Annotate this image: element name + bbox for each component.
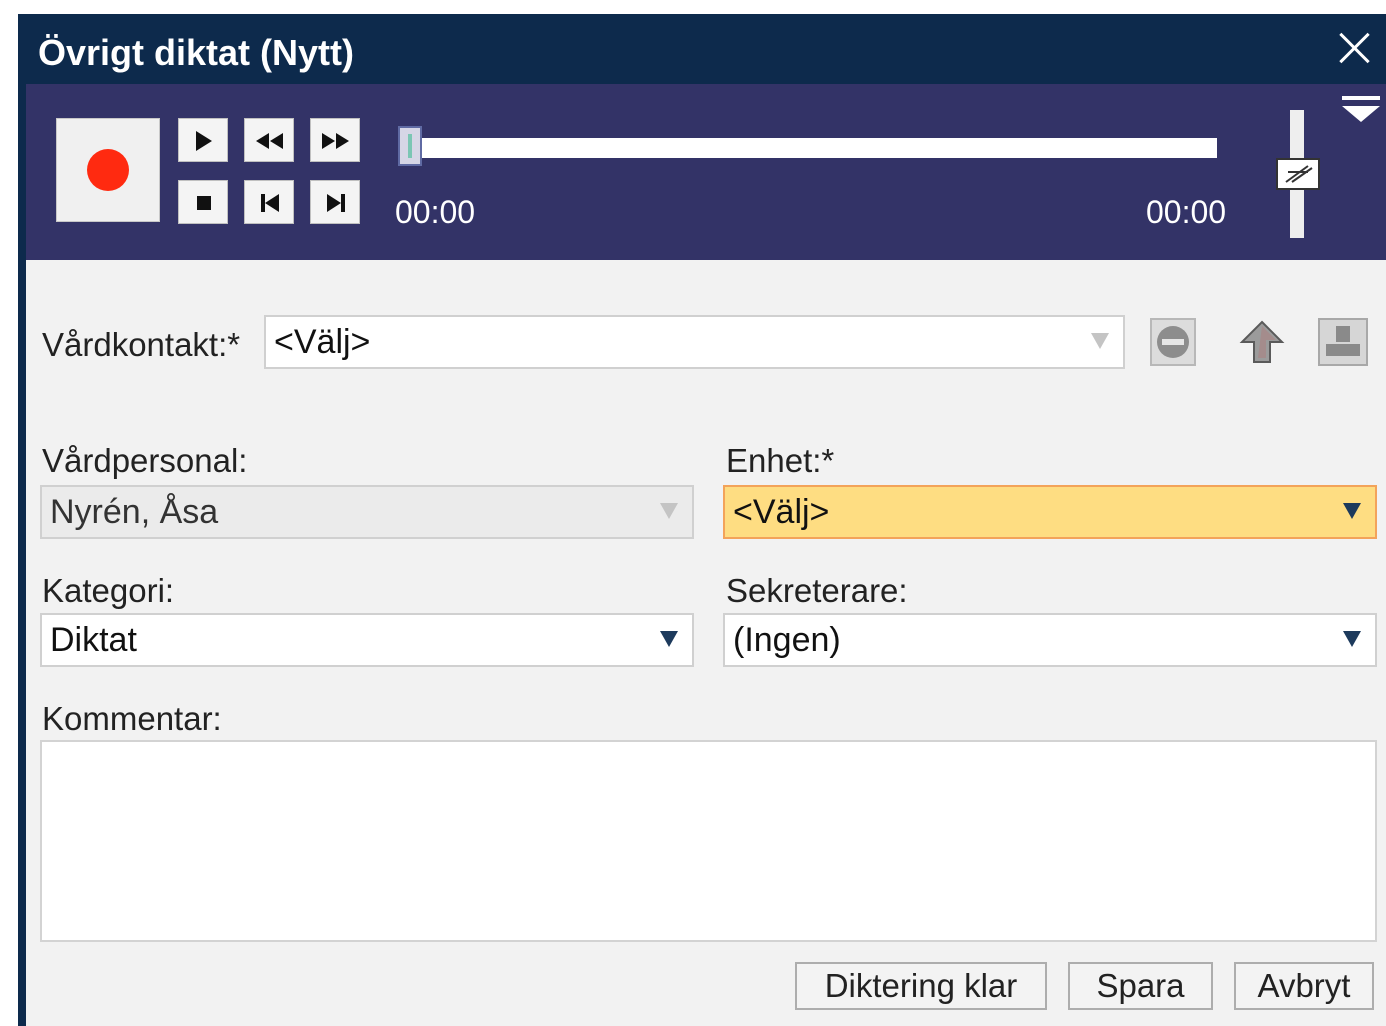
vardkontakt-select[interactable]: <Välj> [264, 315, 1125, 369]
chevron-down-icon [1091, 333, 1109, 349]
progress-track[interactable] [400, 138, 1217, 158]
record-icon [87, 149, 129, 191]
fast-forward-button[interactable] [310, 118, 360, 162]
cancel-button[interactable]: Avbryt [1234, 962, 1374, 1010]
progress-thumb[interactable] [398, 126, 422, 166]
time-total: 00:00 [1146, 194, 1227, 230]
remove-icon[interactable] [1150, 318, 1196, 366]
enhet-value: <Välj> [733, 493, 830, 531]
vardkontakt-label: Vårdkontakt:* [42, 326, 241, 363]
stop-icon [197, 196, 211, 210]
rewind-icon [256, 133, 283, 149]
chevron-down-icon [660, 631, 678, 647]
patient-icon[interactable] [1318, 318, 1368, 366]
time-elapsed: 00:00 [395, 194, 476, 230]
kategori-label: Kategori: [42, 572, 175, 609]
vardpersonal-select: Nyrén, Åsa [40, 485, 694, 539]
chevron-down-icon [660, 503, 678, 519]
play-icon [196, 131, 212, 151]
skip-to-start-button[interactable] [244, 180, 294, 224]
enhet-label: Enhet:* [726, 442, 835, 479]
kommentar-label: Kommentar: [42, 700, 222, 737]
title-bar: Övrigt diktat (Nytt) [18, 14, 1386, 84]
skip-to-start-icon [261, 194, 279, 212]
skip-to-end-button[interactable] [310, 180, 360, 224]
diktering-klar-button[interactable]: Diktering klar [795, 962, 1047, 1010]
audio-player: 00:00 00:00 [26, 84, 1386, 260]
kategori-select[interactable]: Diktat [40, 613, 694, 667]
upload-icon[interactable] [1238, 318, 1286, 366]
enhet-select[interactable]: <Välj> [723, 485, 1377, 539]
play-button[interactable] [178, 118, 228, 162]
chevron-down-icon [1343, 631, 1361, 647]
close-icon[interactable] [1332, 26, 1376, 70]
rewind-button[interactable] [244, 118, 294, 162]
sekreterare-select[interactable]: (Ingen) [723, 613, 1377, 667]
kategori-value: Diktat [50, 621, 137, 659]
volume-knob[interactable] [1276, 158, 1320, 190]
stop-button[interactable] [178, 180, 228, 224]
vardpersonal-label: Vårdpersonal: [42, 442, 248, 479]
record-button[interactable] [56, 118, 160, 222]
vardkontakt-value: <Välj> [274, 323, 371, 361]
sekreterare-label: Sekreterare: [726, 572, 908, 609]
fast-forward-icon [322, 133, 349, 149]
chevron-down-icon [1343, 503, 1361, 519]
vardpersonal-value: Nyrén, Åsa [50, 493, 219, 531]
window-title: Övrigt diktat (Nytt) [38, 32, 355, 73]
dropdown-menu-icon[interactable] [1340, 96, 1382, 126]
volume-knob-icon [1285, 165, 1313, 183]
save-button[interactable]: Spara [1068, 962, 1213, 1010]
sekreterare-value: (Ingen) [733, 621, 841, 659]
kommentar-textarea[interactable] [40, 740, 1377, 942]
skip-to-end-icon [327, 194, 345, 212]
window-edge [18, 14, 26, 1026]
